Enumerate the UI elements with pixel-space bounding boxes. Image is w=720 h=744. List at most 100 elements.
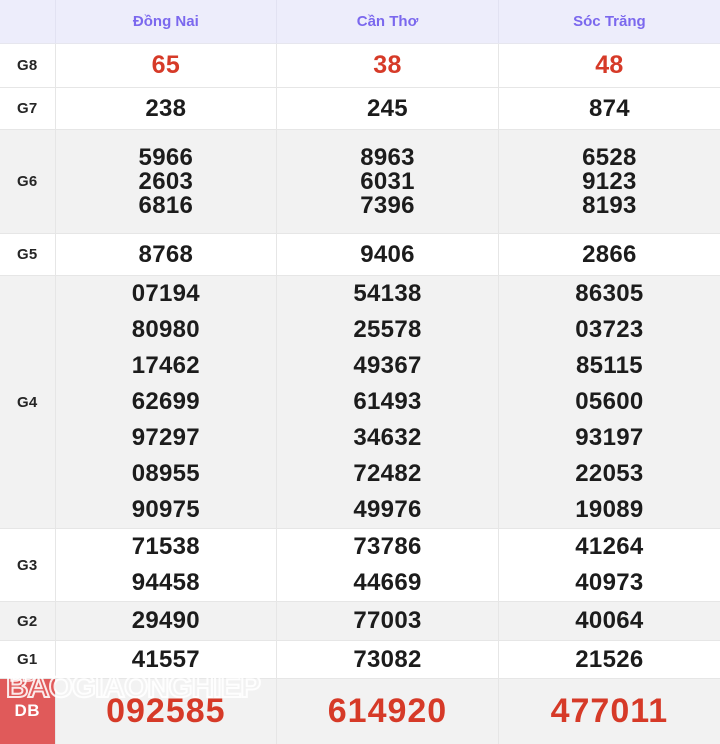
prize-number: 62699 [131,388,200,415]
prize-number: 86305 [575,280,644,307]
prize-number: 07194 [131,280,200,307]
prize-number: 22053 [575,460,644,487]
prize-cell-g2-dong-nai: 29490 [55,601,278,641]
column-header-soc-trang: Sóc Trăng [498,0,720,44]
prize-number: 08955 [131,460,200,487]
prize-number: 97297 [131,424,200,451]
table-row-g8: G8 65 38 48 [0,43,720,88]
prize-label-g2: G2 [0,601,56,641]
prize-label-g4: G4 [0,275,56,529]
prize-number: 65 [151,51,181,79]
prize-cell-g8-soc-trang: 48 [498,43,720,88]
prize-cell-g5-soc-trang: 2866 [498,233,720,276]
table-row-g3: G3 71538 94458 73786 44669 41264 40973 [0,528,720,602]
column-header-can-tho: Cần Thơ [276,0,499,44]
prize-number: 2603 [138,167,194,195]
prize-number: 8193 [582,191,637,219]
prize-number: 94458 [131,569,200,596]
prize-number: 80980 [131,316,200,343]
prize-cell-g8-can-tho: 38 [276,43,499,88]
prize-number: 85115 [575,352,643,379]
prize-cell-g7-dong-nai: 238 [55,87,278,130]
prize-number: 71538 [131,533,200,560]
prize-number: 614920 [327,692,448,731]
prize-number: 29490 [131,607,200,634]
prize-number: 17462 [131,352,200,379]
prize-cell-db-can-tho: 614920 [276,678,499,744]
prize-cell-g4-dong-nai: 07194 80980 17462 62699 97297 08955 9097… [55,275,278,529]
prize-cell-g6-soc-trang: 6528 9123 8193 [498,129,720,234]
prize-number: 61493 [353,388,422,415]
table-row-g6: G6 5966 2603 6816 8963 6031 7396 6528 91… [0,129,720,234]
prize-number: 73082 [353,645,422,673]
prize-number: 8768 [138,240,194,268]
prize-number: 40973 [575,569,644,596]
prize-label-g3: G3 [0,528,56,602]
prize-cell-g1-can-tho: 73082 [276,640,499,679]
header-corner-cell [0,0,56,44]
prize-cell-g5-dong-nai: 8768 [55,233,278,276]
prize-number: 245 [367,94,408,122]
table-body: G8 65 38 48 G7 238 245 874 G6 5966 2603 … [0,43,720,744]
prize-number: 93197 [575,424,644,451]
prize-number: 41264 [575,533,644,560]
lottery-results-container: Đồng Nai Cần Thơ Sóc Trăng G8 65 38 48 G… [0,0,720,744]
prize-number: 73786 [353,533,422,560]
prize-number: 6816 [138,191,194,219]
table-header: Đồng Nai Cần Thơ Sóc Trăng [0,0,720,44]
prize-number: 72482 [353,460,422,487]
prize-number: 48 [595,51,624,79]
prize-number: 77003 [353,607,422,634]
prize-label-g8: G8 [0,43,56,88]
prize-label-g6: G6 [0,129,56,234]
prize-cell-g2-can-tho: 77003 [276,601,499,641]
prize-number: 9123 [582,167,637,195]
prize-cell-g4-can-tho: 54138 25578 49367 61493 34632 72482 4997… [276,275,499,529]
prize-cell-g8-dong-nai: 65 [55,43,278,88]
prize-number: 5966 [138,143,194,171]
prize-number: 25578 [353,316,422,343]
prize-label-g5: G5 [0,233,56,276]
prize-number: 44669 [353,569,422,596]
table-row-g7: G7 238 245 874 [0,87,720,130]
prize-cell-g1-dong-nai: 41557 [55,640,278,679]
prize-number: 6528 [582,143,637,171]
prize-number: 49976 [353,496,422,523]
prize-number: 874 [588,94,630,122]
prize-number: 41557 [131,645,200,673]
prize-cell-g2-soc-trang: 40064 [498,601,720,641]
prize-cell-g5-can-tho: 9406 [276,233,499,276]
prize-number: 8963 [360,143,415,171]
table-row-g1: G1 41557 73082 21526 [0,640,720,679]
prize-number: 092585 [106,692,226,731]
prize-number: 238 [145,94,187,122]
prize-cell-g6-can-tho: 8963 6031 7396 [276,129,499,234]
prize-label-db: DB [0,678,56,744]
prize-cell-g6-dong-nai: 5966 2603 6816 [55,129,278,234]
prize-cell-g1-soc-trang: 21526 [498,640,720,679]
prize-cell-g7-can-tho: 245 [276,87,499,130]
prize-number: 05600 [575,388,644,415]
column-header-dong-nai: Đồng Nai [55,0,278,44]
table-row-g2: G2 29490 77003 40064 [0,601,720,641]
header-row: Đồng Nai Cần Thơ Sóc Trăng [0,0,720,44]
prize-number: 21526 [575,645,644,673]
table-row-db: DB 092585 614920 477011 [0,678,720,744]
prize-number: 49367 [353,352,422,379]
prize-label-g1: G1 [0,640,56,679]
prize-number: 19089 [575,496,644,523]
prize-number: 90975 [131,496,200,523]
prize-number: 40064 [575,607,644,634]
prize-cell-g7-soc-trang: 874 [498,87,720,130]
prize-cell-g3-can-tho: 73786 44669 [276,528,499,602]
prize-number: 34632 [353,424,422,451]
prize-number: 9406 [360,240,415,268]
prize-number: 38 [373,51,402,79]
prize-number: 03723 [575,316,644,343]
prize-label-g7: G7 [0,87,56,130]
prize-number: 477011 [550,692,669,731]
prize-cell-g4-soc-trang: 86305 03723 85115 05600 93197 22053 1908… [498,275,720,529]
prize-cell-db-dong-nai: 092585 [55,678,278,744]
prize-number: 6031 [360,167,415,195]
lottery-results-table: Đồng Nai Cần Thơ Sóc Trăng G8 65 38 48 G… [0,0,720,744]
